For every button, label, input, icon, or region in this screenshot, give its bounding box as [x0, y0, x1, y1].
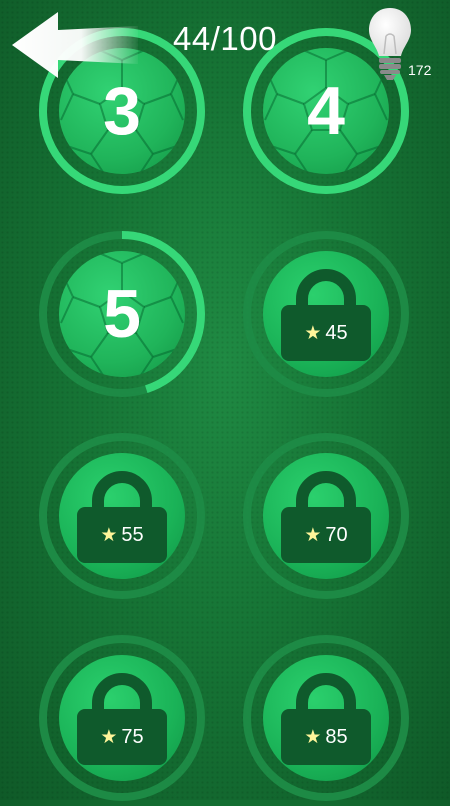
level-button-7[interactable]: ★ 55 — [34, 428, 210, 604]
lock-icon: ★ 55 — [77, 471, 167, 563]
star-cost: 55 — [121, 523, 144, 546]
back-arrow-icon[interactable] — [12, 12, 138, 78]
level-disc: ★ 45 — [263, 251, 389, 377]
level-number: 5 — [103, 276, 141, 352]
level-disc: ★ 70 — [263, 453, 389, 579]
level-button-10[interactable]: ★ 85 — [238, 630, 414, 806]
star-icon: ★ — [100, 523, 118, 546]
level-disc: ★ 75 — [59, 655, 185, 781]
level-button-9[interactable]: ★ 75 — [34, 630, 210, 806]
star-cost: 75 — [121, 725, 144, 748]
star-icon: ★ — [304, 321, 322, 344]
hint-count: 172 — [408, 62, 432, 78]
star-icon: ★ — [100, 725, 118, 748]
lock-icon: ★ 85 — [281, 673, 371, 765]
level-disc: ★ 55 — [59, 453, 185, 579]
level-disc: ★ 85 — [263, 655, 389, 781]
top-bar: 44/100 172 — [0, 0, 450, 90]
star-icon: ★ — [304, 725, 322, 748]
star-cost: 70 — [325, 523, 348, 546]
level-progress-counter: 44/100 — [173, 20, 277, 57]
star-cost: 45 — [325, 321, 348, 344]
level-button-5[interactable]: 5 — [34, 226, 210, 402]
lock-icon: ★ 75 — [77, 673, 167, 765]
star-icon: ★ — [304, 523, 322, 546]
soccer-ball-icon: 5 — [59, 251, 185, 377]
star-cost: 85 — [325, 725, 348, 748]
lock-icon: ★ 70 — [281, 471, 371, 563]
level-button-6[interactable]: ★ 45 — [238, 226, 414, 402]
level-button-8[interactable]: ★ 70 — [238, 428, 414, 604]
lock-icon: ★ 45 — [281, 269, 371, 361]
